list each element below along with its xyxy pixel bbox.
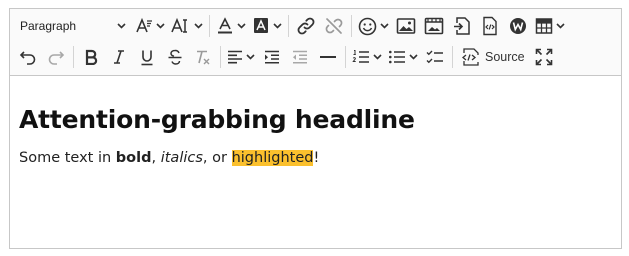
html-embed-button[interactable] [476, 13, 504, 39]
chevron-down-icon [273, 23, 282, 29]
toolbar-separator [209, 15, 210, 37]
paragraph-text: ! [313, 150, 320, 166]
rich-text-editor: Paragraph Source Attention-grabbing head… [9, 8, 622, 249]
toolbar-separator [452, 46, 453, 68]
horizontal-line-icon [320, 56, 336, 58]
link-button[interactable] [292, 13, 320, 39]
checklist-icon [426, 50, 443, 64]
unlink-button[interactable] [320, 13, 348, 39]
todo-list-button[interactable] [421, 44, 449, 70]
import-word-button[interactable] [448, 13, 476, 39]
emoji-button[interactable] [355, 13, 392, 39]
toolbar-separator [73, 46, 74, 68]
chevron-down-icon [380, 23, 389, 29]
bold-button[interactable] [77, 44, 105, 70]
fullscreen-icon [535, 48, 552, 66]
undo-button[interactable] [14, 44, 42, 70]
image-icon [396, 18, 416, 34]
decrease-indent-button[interactable] [286, 44, 314, 70]
smiley-icon [358, 17, 377, 35]
insert-image-button[interactable] [392, 13, 420, 39]
chevron-down-icon [117, 23, 126, 29]
toolbar-separator [288, 15, 289, 37]
strikethrough-icon [168, 49, 182, 65]
heading-select[interactable]: Paragraph [14, 13, 132, 39]
highlighted-text: highlighted [231, 150, 314, 166]
remove-format-icon [197, 50, 210, 64]
insert-table-button[interactable] [532, 13, 568, 39]
font-color-button[interactable] [213, 13, 249, 39]
chevron-down-icon [556, 23, 565, 29]
insert-media-button[interactable] [420, 13, 448, 39]
remove-format-button[interactable] [189, 44, 217, 70]
html-embed-icon [483, 16, 497, 36]
toolbar-separator [351, 15, 352, 37]
link-icon [297, 17, 315, 35]
outdent-icon [293, 50, 307, 64]
wproofreader-button[interactable] [504, 13, 532, 39]
paragraph-text: Some text in [19, 150, 116, 166]
font-family-button[interactable] [168, 13, 206, 39]
chevron-down-icon [373, 54, 382, 60]
unlink-icon [325, 18, 343, 34]
italic-button[interactable] [105, 44, 133, 70]
bold-text: bold [115, 150, 152, 166]
chevron-down-icon [246, 54, 255, 60]
wproofreader-icon [510, 18, 526, 34]
bold-icon [85, 49, 98, 65]
editor-content-area[interactable]: Attention-grabbing headline Some text in… [10, 76, 621, 166]
paragraph-text: , or [202, 150, 232, 166]
chevron-down-icon [409, 54, 418, 60]
fullscreen-button[interactable] [530, 44, 558, 70]
chevron-down-icon [156, 23, 165, 29]
file-import-icon [454, 17, 470, 35]
text-alignment-button[interactable] [224, 44, 258, 70]
font-background-color-button[interactable] [249, 13, 285, 39]
strikethrough-button[interactable] [161, 44, 189, 70]
paragraph-text: , [151, 150, 161, 166]
bulleted-list-button[interactable] [385, 44, 421, 70]
underline-button[interactable] [133, 44, 161, 70]
chevron-down-icon [237, 23, 246, 29]
headline: Attention-grabbing headline [19, 105, 415, 134]
font-family-icon [171, 17, 187, 33]
underline-icon [141, 50, 153, 65]
horizontal-line-button[interactable] [314, 44, 342, 70]
redo-icon [48, 51, 65, 65]
undo-icon [19, 51, 36, 65]
source-code-icon [461, 48, 479, 66]
bulleted-list-icon [389, 50, 405, 64]
body-paragraph: Some text in bold, italics, or highlight… [19, 150, 612, 166]
table-icon [535, 18, 553, 34]
increase-indent-button[interactable] [258, 44, 286, 70]
editor-toolbar: Paragraph Source [10, 9, 621, 76]
toolbar-separator [220, 46, 221, 68]
italic-text: italics [160, 150, 203, 166]
redo-button[interactable] [42, 44, 70, 70]
indent-icon [265, 50, 279, 64]
chevron-down-icon [194, 23, 203, 29]
toolbar-row-2: Source [14, 40, 617, 74]
font-size-icon [136, 17, 152, 33]
toolbar-separator [345, 46, 346, 68]
italic-icon [114, 50, 124, 64]
heading-select-value: Paragraph [20, 19, 77, 33]
source-button-label: Source [485, 50, 525, 64]
source-editing-button[interactable]: Source [456, 44, 530, 70]
toolbar-row-1: Paragraph [14, 9, 617, 40]
numbered-list-button[interactable] [349, 44, 385, 70]
align-left-icon [228, 50, 242, 64]
media-icon [424, 17, 444, 35]
font-color-icon [218, 17, 232, 34]
font-background-color-icon [254, 18, 268, 33]
numbered-list-icon [352, 50, 369, 63]
font-size-button[interactable] [132, 13, 168, 39]
